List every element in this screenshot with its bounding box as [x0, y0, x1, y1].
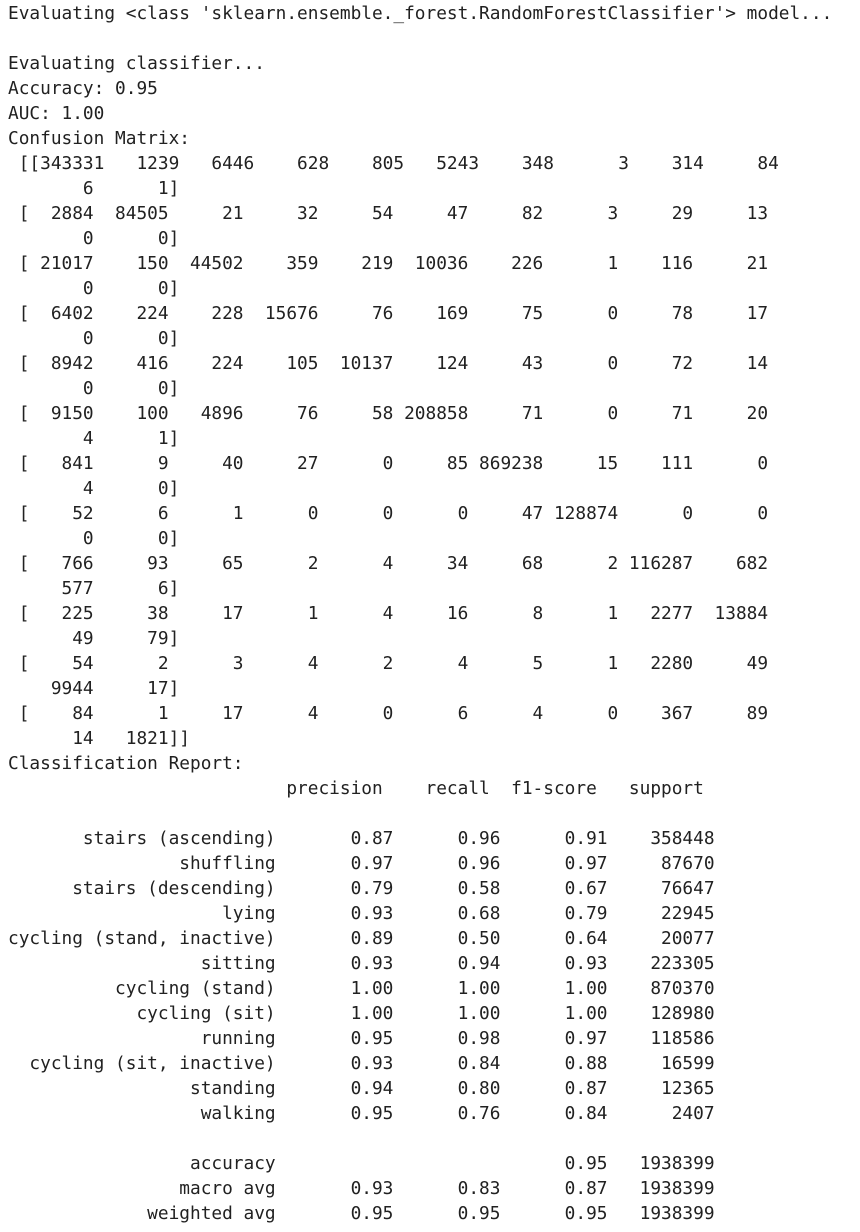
confusion-matrix-row-wrap: 14 1821]] — [8, 728, 190, 749]
report-row-cycling-sit-inactive: cycling (sit, inactive) 0.93 0.84 0.88 1… — [8, 1053, 715, 1074]
report-row-running: running 0.95 0.98 0.97 118586 — [8, 1028, 715, 1049]
output-line-model-header: Evaluating <class 'sklearn.ensemble._for… — [8, 3, 833, 24]
confusion-matrix-row-wrap: 0 0] — [8, 228, 180, 249]
confusion-matrix-row-wrap: 4 1] — [8, 428, 180, 449]
output-line-classification-report-title: Classification Report: — [8, 753, 244, 774]
confusion-matrix-row: [ 8942 416 224 105 10137 124 43 0 72 14 — [8, 353, 769, 374]
report-row-lying: lying 0.93 0.68 0.79 22945 — [8, 903, 715, 924]
report-header-row: precision recall f1-score support — [8, 778, 704, 799]
output-line-accuracy: Accuracy: 0.95 — [8, 78, 158, 99]
confusion-matrix-row: [ 54 2 3 4 2 4 5 1 2280 49 — [8, 653, 769, 674]
confusion-matrix-row: [ 766 93 65 2 4 34 68 2 116287 682 — [8, 553, 769, 574]
confusion-matrix-row: [[343331 1239 6446 628 805 5243 348 3 31… — [8, 153, 779, 174]
notebook-cell-output: Evaluating <class 'sklearn.ensemble._for… — [8, 1, 860, 1226]
confusion-matrix-row: [ 9150 100 4896 76 58 208858 71 0 71 20 — [8, 403, 769, 424]
confusion-matrix-row: [ 2884 84505 21 32 54 47 82 3 29 13 — [8, 203, 769, 224]
confusion-matrix-row-wrap: 0 0] — [8, 278, 180, 299]
report-row-cycling-stand: cycling (stand) 1.00 1.00 1.00 870370 — [8, 978, 715, 999]
confusion-matrix-row: [ 841 9 40 27 0 85 869238 15 111 0 — [8, 453, 769, 474]
report-row-stairs-ascending: stairs (ascending) 0.87 0.96 0.91 358448 — [8, 828, 715, 849]
report-row-accuracy: accuracy 0.95 1938399 — [8, 1153, 715, 1174]
report-row-sitting: sitting 0.93 0.94 0.93 223305 — [8, 953, 715, 974]
output-line-confusion-matrix-title: Confusion Matrix: — [8, 128, 190, 149]
confusion-matrix-row: [ 225 38 17 1 4 16 8 1 2277 13884 — [8, 603, 769, 624]
confusion-matrix-row-wrap: 0 0] — [8, 328, 180, 349]
report-row-macro-avg: macro avg 0.93 0.83 0.87 1938399 — [8, 1178, 715, 1199]
output-line-blank — [8, 1126, 860, 1151]
confusion-matrix-row: [ 21017 150 44502 359 219 10036 226 1 11… — [8, 253, 769, 274]
confusion-matrix-row-wrap: 49 79] — [8, 628, 180, 649]
report-row-cycling-stand-inactive: cycling (stand, inactive) 0.89 0.50 0.64… — [8, 928, 715, 949]
report-row-standing: standing 0.94 0.80 0.87 12365 — [8, 1078, 715, 1099]
confusion-matrix-row: [ 52 6 1 0 0 0 47 128874 0 0 — [8, 503, 769, 524]
output-line-auc: AUC: 1.00 — [8, 103, 105, 124]
output-line-blank — [8, 26, 860, 51]
report-row-weighted-avg: weighted avg 0.95 0.95 0.95 1938399 — [8, 1203, 715, 1224]
report-row-shuffling: shuffling 0.97 0.96 0.97 87670 — [8, 853, 715, 874]
report-row-cycling-sit: cycling (sit) 1.00 1.00 1.00 128980 — [8, 1003, 715, 1024]
confusion-matrix-row: [ 84 1 17 4 0 6 4 0 367 89 — [8, 703, 769, 724]
confusion-matrix-row: [ 6402 224 228 15676 76 169 75 0 78 17 — [8, 303, 769, 324]
confusion-matrix-row-wrap: 577 6] — [8, 578, 180, 599]
output-line-blank — [8, 801, 860, 826]
report-row-walking: walking 0.95 0.76 0.84 2407 — [8, 1103, 715, 1124]
confusion-matrix-row-wrap: 6 1] — [8, 178, 180, 199]
report-row-stairs-descending: stairs (descending) 0.79 0.58 0.67 76647 — [8, 878, 715, 899]
confusion-matrix-row-wrap: 4 0] — [8, 478, 180, 499]
confusion-matrix-row-wrap: 0 0] — [8, 378, 180, 399]
confusion-matrix-row-wrap: 0 0] — [8, 528, 180, 549]
confusion-matrix-row-wrap: 9944 17] — [8, 678, 180, 699]
output-line-evaluating: Evaluating classifier... — [8, 53, 265, 74]
